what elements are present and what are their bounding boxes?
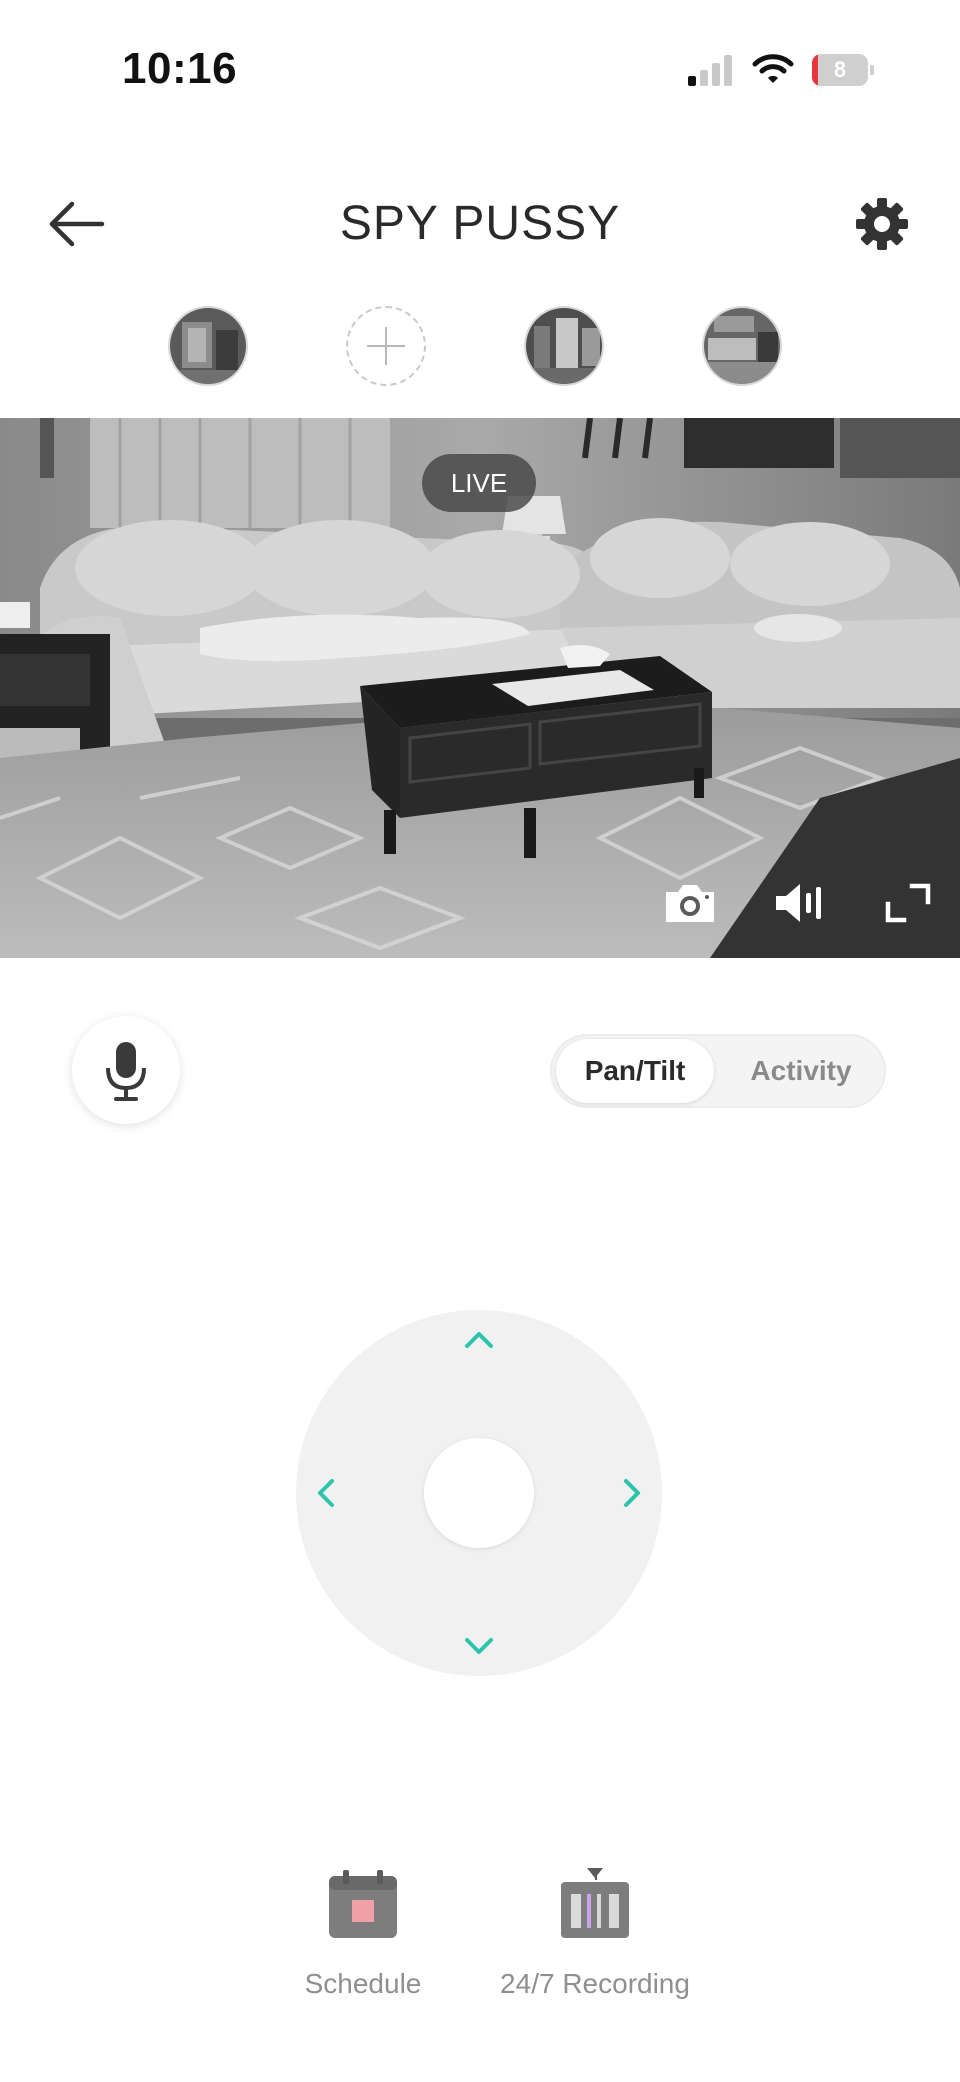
recording-label: 24/7 Recording: [500, 1968, 690, 1999]
header: SPY PUSSY: [0, 180, 960, 270]
tab-pan-tilt[interactable]: Pan/Tilt: [556, 1039, 714, 1103]
live-video-feed[interactable]: LIVE: [0, 418, 960, 958]
calendar-icon: [329, 1870, 397, 1938]
recording-timeline-icon: [561, 1868, 629, 1938]
talk-button[interactable]: [72, 1016, 180, 1124]
pan-tilt-joystick[interactable]: [296, 1310, 662, 1676]
status-time: 10:16: [122, 44, 238, 93]
chevron-right-icon[interactable]: [612, 1473, 652, 1513]
battery-level: 8: [833, 57, 847, 82]
cellular-signal-icon: [688, 54, 734, 86]
recording-button[interactable]: 24/7 Recording: [485, 1868, 705, 2008]
microphone-icon: [106, 1042, 146, 1101]
chevron-up-icon[interactable]: [459, 1320, 499, 1360]
status-bar: 10:16 8: [0, 0, 960, 140]
gear-icon[interactable]: [852, 194, 912, 254]
page-title: SPY PUSSY: [339, 197, 621, 250]
wifi-icon: [752, 54, 794, 83]
chevron-down-icon[interactable]: [459, 1626, 499, 1666]
fullscreen-icon[interactable]: [880, 878, 936, 928]
chevron-left-icon[interactable]: [306, 1473, 346, 1513]
camera-snapshot-icon[interactable]: [662, 878, 718, 928]
speaker-volume-icon[interactable]: [772, 878, 828, 928]
mode-toggle: Pan/Tilt Activity: [550, 1034, 886, 1108]
schedule-label: Schedule: [304, 1968, 422, 1999]
add-camera-button[interactable]: [346, 306, 426, 386]
schedule-button[interactable]: Schedule: [253, 1868, 473, 2008]
camera-thumbnail-1[interactable]: [168, 306, 248, 386]
live-badge: LIVE: [422, 454, 536, 512]
camera-thumbnail-2[interactable]: [524, 306, 604, 386]
battery-icon: 8: [812, 54, 874, 86]
camera-thumbnail-3[interactable]: [702, 306, 782, 386]
tab-activity[interactable]: Activity: [722, 1039, 880, 1103]
joystick-center[interactable]: [424, 1438, 534, 1548]
camera-switcher: [0, 306, 960, 388]
